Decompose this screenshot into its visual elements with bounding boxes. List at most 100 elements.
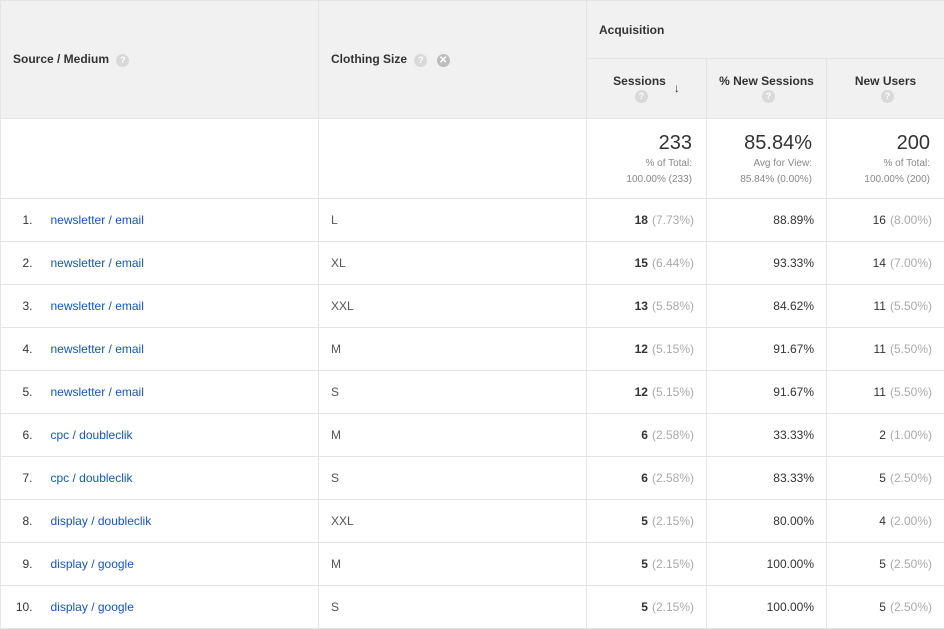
help-icon[interactable]: ? xyxy=(762,90,775,103)
source-medium-link[interactable]: newsletter / email xyxy=(51,299,144,313)
table-row[interactable]: 7.cpc / doubleclikS6(2.58%)83.33%5(2.50%… xyxy=(1,457,944,500)
summary-sessions-value: 233 xyxy=(601,131,692,155)
source-medium-link[interactable]: newsletter / email xyxy=(51,385,144,399)
row-new-users-value: 11 xyxy=(874,385,886,399)
row-sessions-value: 15 xyxy=(635,256,648,270)
row-new-users-value: 11 xyxy=(874,342,886,356)
summary-blank-source xyxy=(1,119,319,199)
row-source-medium: newsletter / email xyxy=(39,285,319,328)
summary-pct-new-sessions: 85.84% Avg for View: 85.84% (0.00%) xyxy=(707,119,827,199)
row-new-users: 5(2.50%) xyxy=(827,543,944,586)
row-sessions-value: 6 xyxy=(641,428,648,442)
row-new-users-pct: (5.50%) xyxy=(890,299,932,313)
row-new-users-value: 5 xyxy=(879,600,886,614)
summary-sessions-sub2: 100.00% (233) xyxy=(601,173,692,187)
row-new-users: 16(8.00%) xyxy=(827,199,944,242)
header-sessions-label: Sessions xyxy=(613,74,666,88)
row-clothing-size: M xyxy=(319,328,587,371)
header-sessions[interactable]: Sessions ? ↓ xyxy=(587,59,707,119)
header-new-users[interactable]: New Users ? xyxy=(827,59,944,119)
report-table: Source / Medium ? Clothing Size ? ✕ Acqu… xyxy=(0,0,944,629)
row-source-medium: newsletter / email xyxy=(39,242,319,285)
row-pct-new-sessions: 80.00% xyxy=(707,500,827,543)
header-pct-new-sessions-label: % New Sessions xyxy=(711,74,822,88)
row-new-users-pct: (7.00%) xyxy=(890,256,932,270)
table-row[interactable]: 1.newsletter / emailL18(7.73%)88.89%16(8… xyxy=(1,199,944,242)
row-new-users-pct: (5.50%) xyxy=(890,342,932,356)
header-source-medium[interactable]: Source / Medium ? xyxy=(1,1,319,119)
table-body: 1.newsletter / emailL18(7.73%)88.89%16(8… xyxy=(1,199,944,629)
row-clothing-size: S xyxy=(319,457,587,500)
source-medium-link[interactable]: newsletter / email xyxy=(51,342,144,356)
row-clothing-size: XXL xyxy=(319,500,587,543)
source-medium-link[interactable]: display / doubleclik xyxy=(51,514,152,528)
table-row[interactable]: 10.display / googleS5(2.15%)100.00%5(2.5… xyxy=(1,586,944,629)
row-sessions-pct: (7.73%) xyxy=(652,213,694,227)
row-pct-new-sessions: 91.67% xyxy=(707,328,827,371)
row-index: 3. xyxy=(1,285,39,328)
row-pct-new-sessions: 100.00% xyxy=(707,586,827,629)
summary-new-users-sub1: % of Total: xyxy=(841,157,930,171)
row-new-users-pct: (8.00%) xyxy=(890,213,932,227)
help-icon[interactable]: ? xyxy=(635,90,648,103)
header-clothing-size[interactable]: Clothing Size ? ✕ xyxy=(319,1,587,119)
table-row[interactable]: 6.cpc / doubleclikM6(2.58%)33.33%2(1.00%… xyxy=(1,414,944,457)
row-index: 10. xyxy=(1,586,39,629)
source-medium-link[interactable]: display / google xyxy=(51,600,134,614)
summary-pct-new-sessions-sub1: Avg for View: xyxy=(721,157,812,171)
source-medium-link[interactable]: cpc / doubleclik xyxy=(51,471,133,485)
row-pct-new-sessions: 100.00% xyxy=(707,543,827,586)
row-source-medium: newsletter / email xyxy=(39,371,319,414)
source-medium-link[interactable]: newsletter / email xyxy=(51,256,144,270)
row-new-users-pct: (5.50%) xyxy=(890,385,932,399)
table-row[interactable]: 4.newsletter / emailM12(5.15%)91.67%11(5… xyxy=(1,328,944,371)
summary-sessions: 233 % of Total: 100.00% (233) xyxy=(587,119,707,199)
row-sessions-pct: (2.15%) xyxy=(652,600,694,614)
table-row[interactable]: 8.display / doubleclikXXL5(2.15%)80.00%4… xyxy=(1,500,944,543)
sort-descending-icon: ↓ xyxy=(674,81,680,95)
row-sessions-pct: (6.44%) xyxy=(652,256,694,270)
source-medium-link[interactable]: newsletter / email xyxy=(51,213,144,227)
help-icon[interactable]: ? xyxy=(414,54,427,67)
summary-pct-new-sessions-value: 85.84% xyxy=(721,131,812,155)
row-sessions-value: 5 xyxy=(641,557,648,571)
table-row[interactable]: 9.display / googleM5(2.15%)100.00%5(2.50… xyxy=(1,543,944,586)
summary-sessions-sub1: % of Total: xyxy=(601,157,692,171)
row-clothing-size: L xyxy=(319,199,587,242)
row-sessions: 6 (2.58%) xyxy=(587,414,707,457)
row-new-users-value: 14 xyxy=(873,256,886,270)
row-new-users: 14 (7.00%) xyxy=(827,242,944,285)
table-row[interactable]: 5.newsletter / emailS12(5.15%)91.67%11(5… xyxy=(1,371,944,414)
row-clothing-size: S xyxy=(319,586,587,629)
row-sessions-value: 18 xyxy=(635,213,648,227)
source-medium-link[interactable]: cpc / doubleclik xyxy=(51,428,133,442)
row-new-users-pct: (1.00%) xyxy=(890,428,932,442)
row-pct-new-sessions: 84.62% xyxy=(707,285,827,328)
summary-new-users: 200 % of Total: 100.00% (200) xyxy=(827,119,944,199)
row-new-users: 2(1.00%) xyxy=(827,414,944,457)
row-sessions: 15 (6.44%) xyxy=(587,242,707,285)
row-sessions-pct: (2.58%) xyxy=(652,428,694,442)
table-row[interactable]: 3.newsletter / emailXXL13(5.58%)84.62%11… xyxy=(1,285,944,328)
row-sessions-value: 6 xyxy=(641,471,648,485)
row-sessions-pct: (2.15%) xyxy=(652,557,694,571)
help-icon[interactable]: ? xyxy=(116,54,129,67)
row-sessions: 12(5.15%) xyxy=(587,328,707,371)
row-clothing-size: M xyxy=(319,414,587,457)
row-sessions-pct: (2.15%) xyxy=(652,514,694,528)
row-clothing-size: XL xyxy=(319,242,587,285)
source-medium-link[interactable]: display / google xyxy=(51,557,134,571)
row-source-medium: cpc / doubleclik xyxy=(39,457,319,500)
header-pct-new-sessions[interactable]: % New Sessions ? xyxy=(707,59,827,119)
row-source-medium: newsletter / email xyxy=(39,328,319,371)
remove-dimension-icon[interactable]: ✕ xyxy=(437,54,450,67)
row-source-medium: display / google xyxy=(39,543,319,586)
row-sessions: 5 (2.15%) xyxy=(587,543,707,586)
row-new-users-pct: (2.50%) xyxy=(890,557,932,571)
row-index: 5. xyxy=(1,371,39,414)
help-icon[interactable]: ? xyxy=(881,90,894,103)
row-sessions-value: 12 xyxy=(635,385,648,399)
row-pct-new-sessions: 88.89% xyxy=(707,199,827,242)
table-row[interactable]: 2.newsletter / emailXL15(6.44%)93.33%14(… xyxy=(1,242,944,285)
row-sessions: 12(5.15%) xyxy=(587,371,707,414)
